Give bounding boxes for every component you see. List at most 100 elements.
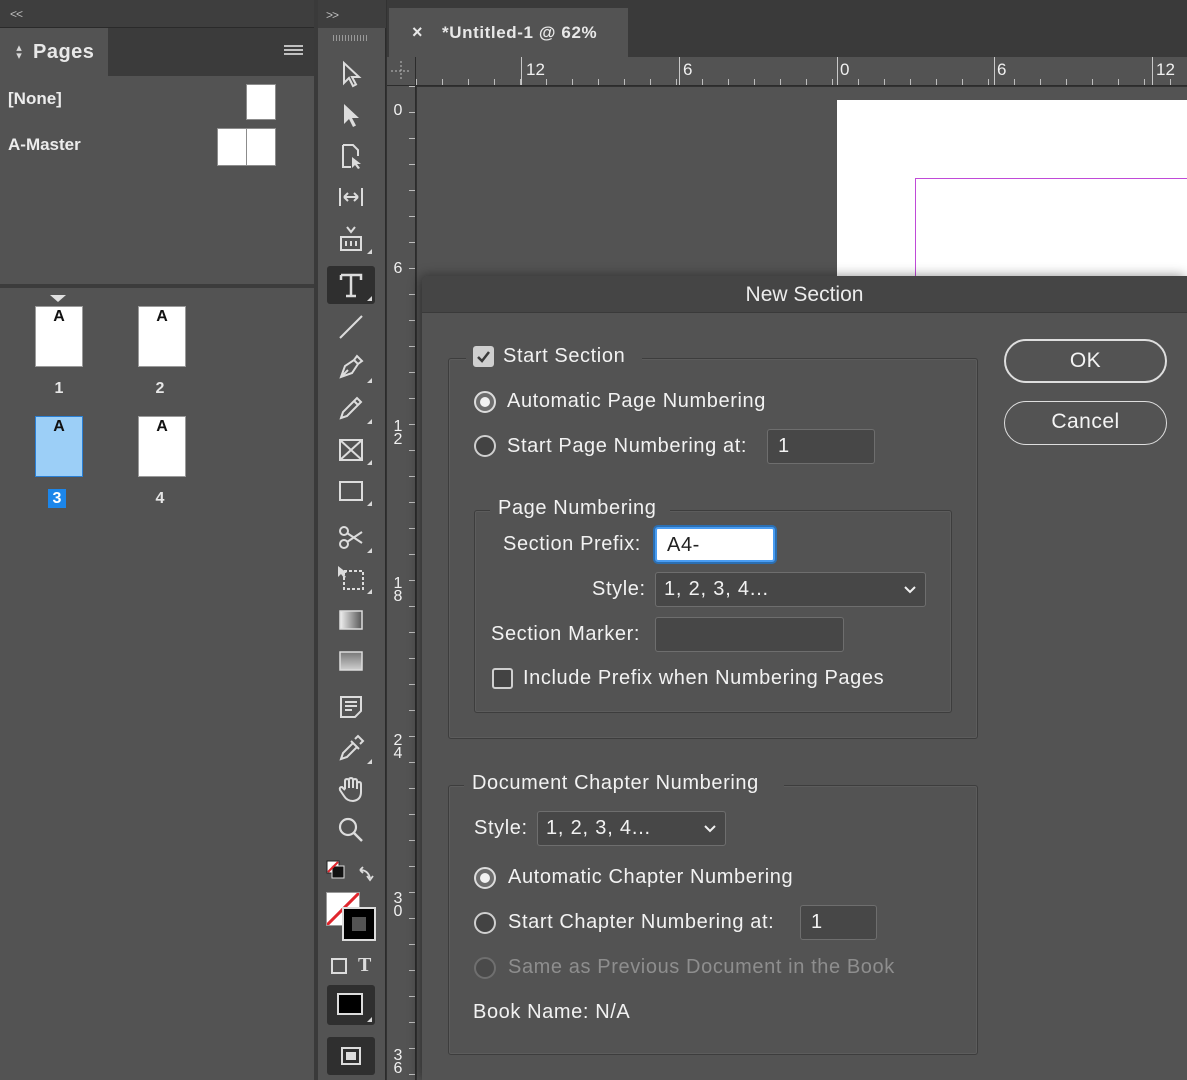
selection-tool[interactable] [327,55,375,93]
ruler-major-tick [1152,57,1153,85]
chapter-numbering-legend: Document Chapter Numbering [472,772,759,794]
ruler-h-label: 6 [997,60,1007,79]
formatting-text-icon[interactable]: T [358,954,371,977]
page-number-3[interactable]: 3 [33,489,81,508]
line-tool[interactable] [327,307,375,345]
page-number-2[interactable]: 2 [136,380,184,398]
automatic-page-numbering-radio[interactable] [474,391,496,413]
section-prefix-field[interactable]: A4- [655,527,775,562]
apply-color-button[interactable] [327,985,375,1025]
document-tab-title: *Untitled-1 @ 62% [442,23,598,42]
hand-tool[interactable] [327,770,375,808]
page-master-letter: A [156,308,168,325]
section-marker-field[interactable] [655,617,844,652]
close-icon[interactable]: × [412,22,423,43]
automatic-page-numbering-label[interactable]: Automatic Page Numbering [507,390,766,413]
ruler-v-label: 30 [393,890,403,920]
page-number-3-label: 3 [47,489,67,508]
page-master-letter: A [53,308,65,325]
include-prefix-checkbox[interactable] [492,668,513,689]
start-page-numbering-radio[interactable] [474,435,496,457]
chevron-down-icon [904,586,916,594]
ruler-h-label: 6 [683,60,693,79]
page-number-4[interactable]: 4 [136,490,184,508]
ok-button[interactable]: OK [1004,339,1167,383]
page-thumbnail-4[interactable]: A [138,416,186,477]
note-tool[interactable] [327,688,375,726]
page-tool[interactable] [327,137,375,175]
start-section-label[interactable]: Start Section [503,345,625,368]
pen-tool[interactable] [327,348,375,386]
start-section-checkbox[interactable] [473,346,494,367]
master-a-right-thumbnail[interactable] [246,128,276,166]
master-none-label[interactable]: [None] [8,89,62,109]
rectangle-frame-tool[interactable] [327,430,375,468]
gap-tool[interactable] [327,178,375,216]
type-tool[interactable] [327,266,375,304]
tools-grip[interactable] [333,35,367,41]
start-chapter-numbering-radio[interactable] [474,912,496,934]
free-transform-tool[interactable] [327,559,375,597]
scissors-tool[interactable] [327,518,375,556]
page-master-letter: A [53,418,65,435]
start-chapter-numbering-label[interactable]: Start Chapter Numbering at: [508,911,774,934]
master-a-label[interactable]: A-Master [8,135,81,155]
section-marker-label: Section Marker: [491,623,641,645]
ruler-origin[interactable] [387,57,416,86]
ruler-v-label: 12 [393,418,403,448]
start-chapter-number-field[interactable]: 1 [800,905,877,940]
master-none-thumbnail[interactable] [246,84,276,120]
page-style-select[interactable]: 1, 2, 3, 4... [655,572,926,607]
collapse-panels-button[interactable]: << [10,7,23,21]
pages-panel-divider[interactable] [0,284,314,288]
gradient-swatch-tool[interactable] [327,600,375,638]
page-numbering-legend: Page Numbering [498,497,657,519]
same-as-previous-label: Same as Previous Document in the Book [508,956,895,978]
spread-start-marker-icon [50,295,66,302]
ruler-major-tick [521,57,522,85]
gradient-feather-tool[interactable] [327,641,375,679]
default-colors-icon[interactable] [326,860,346,885]
page-margin-guide [915,178,1187,288]
automatic-chapter-numbering-label[interactable]: Automatic Chapter Numbering [508,866,793,889]
page-number-1[interactable]: 1 [35,380,83,398]
start-page-number-field[interactable]: 1 [767,429,875,464]
ruler-major-tick [994,57,995,85]
panel-menu-icon[interactable] [284,45,303,57]
ruler-v-label: 24 [393,732,403,762]
pages-panel-header [0,0,314,28]
ruler-v-label: 0 [393,102,403,119]
ruler-major-tick [837,57,838,85]
chapter-style-label: Style: [474,817,528,839]
page-style-value: 1, 2, 3, 4... [664,578,769,600]
screen-mode-button[interactable] [327,1037,375,1075]
page-thumbnail-3[interactable]: A [35,416,83,477]
ruler-v-label: 18 [393,575,403,605]
ruler-h-label: 0 [840,60,850,79]
chapter-style-select[interactable]: 1, 2, 3, 4... [537,811,726,846]
eyedropper-tool[interactable] [327,729,375,767]
automatic-chapter-numbering-radio[interactable] [474,867,496,889]
include-prefix-label[interactable]: Include Prefix when Numbering Pages [523,667,884,690]
page-master-letter: A [156,418,168,435]
zoom-tool[interactable] [327,811,375,849]
book-name-label: Book Name: N/A [473,1001,631,1023]
direct-selection-tool[interactable] [327,96,375,134]
chevron-updown-icon[interactable]: ▴ ▾ [14,43,24,62]
dialog-title: New Section [745,283,864,306]
expand-tools-button[interactable]: >> [326,8,339,22]
rectangle-tool[interactable] [327,471,375,509]
tab-pages-label: Pages [33,41,95,63]
cancel-button[interactable]: Cancel [1004,401,1167,445]
pencil-tool[interactable] [327,389,375,427]
same-as-previous-radio [474,957,496,979]
stroke-swatch[interactable] [342,907,376,941]
page-thumbnail-1[interactable]: A [35,306,83,367]
master-a-left-thumbnail[interactable] [217,128,247,166]
start-page-numbering-label[interactable]: Start Page Numbering at: [507,435,747,458]
page-thumbnail-2[interactable]: A [138,306,186,367]
section-prefix-label: Section Prefix: [503,533,641,555]
content-collector-tool[interactable] [327,219,375,257]
formatting-container-icon[interactable] [330,957,348,980]
swap-colors-icon[interactable] [356,864,376,889]
